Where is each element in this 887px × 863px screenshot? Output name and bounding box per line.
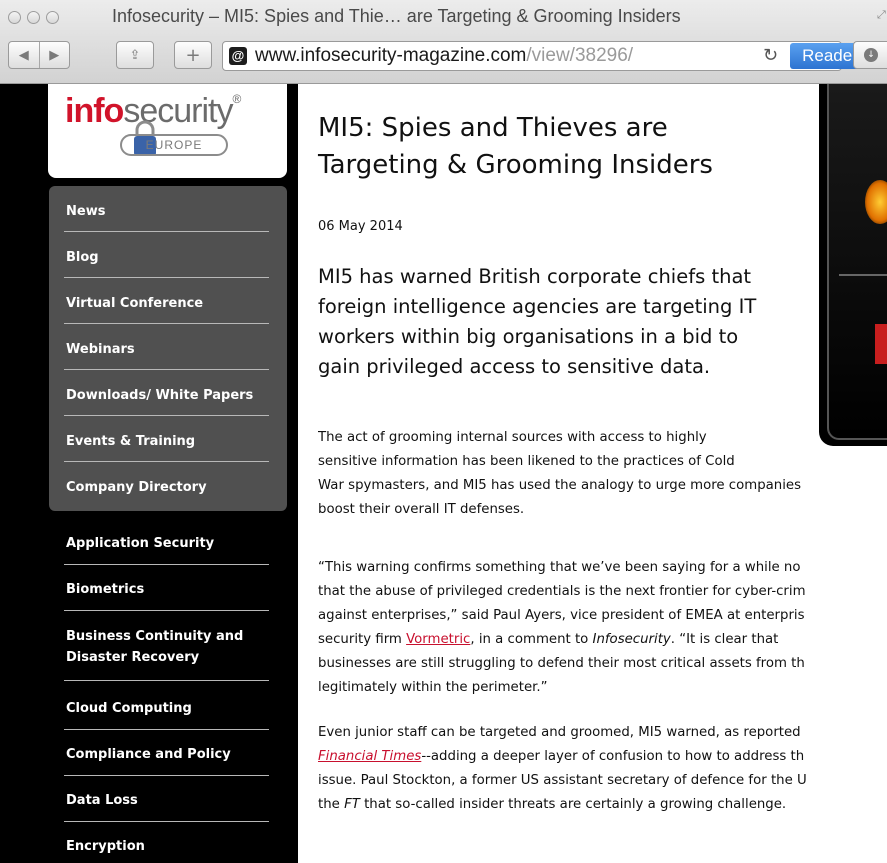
download-icon: ↓ <box>864 48 878 62</box>
site-logo[interactable]: infosecurity® EUROPE <box>48 84 287 178</box>
nav-item-news[interactable]: News <box>66 204 266 219</box>
vormetric-link[interactable]: Vormetric <box>406 632 470 647</box>
back-button[interactable]: ◀ <box>9 42 39 68</box>
window-title: Infosecurity – MI5: Spies and Thie… are … <box>112 6 681 26</box>
fullscreen-icon[interactable]: ⤢ <box>877 8 887 24</box>
share-button[interactable]: ⇪ <box>116 41 154 69</box>
share-icon: ⇪ <box>129 47 141 63</box>
article-paragraph-1: The act of grooming internal sources wit… <box>318 430 802 517</box>
address-bar[interactable]: @ www.infosecurity-magazine.com/view/382… <box>222 41 870 71</box>
nav-topic-cloud-computing[interactable]: Cloud Computing <box>66 701 266 716</box>
nav-item-webinars[interactable]: Webinars <box>66 342 266 357</box>
article-paragraph-3: Even junior staff can be targeted and gr… <box>318 725 807 812</box>
minimize-window-button[interactable] <box>27 11 40 24</box>
nav-item-events-training[interactable]: Events & Training <box>66 434 266 449</box>
forward-button[interactable]: ▶ <box>40 42 70 68</box>
back-arrow-icon: ◀ <box>18 47 29 63</box>
financial-times-link[interactable]: Financial Times <box>318 749 421 764</box>
article-paragraph-2: “This warning confirms something that we… <box>318 560 806 695</box>
reload-icon[interactable]: ↻ <box>763 45 778 66</box>
primary-nav: News Blog Virtual Conference Webinars Do… <box>49 186 287 511</box>
url-text[interactable]: www.infosecurity-magazine.com/view/38296… <box>255 45 633 67</box>
new-tab-button[interactable]: + <box>174 41 212 69</box>
browser-toolbar: Infosecurity – MI5: Spies and Thie… are … <box>0 0 887 84</box>
ad-banner[interactable] <box>819 84 887 446</box>
nav-topic-compliance-policy[interactable]: Compliance and Policy <box>66 747 266 762</box>
site-favicon-icon: @ <box>229 47 247 65</box>
forward-arrow-icon: ▶ <box>49 47 60 63</box>
downloads-button[interactable]: ↓ <box>853 41 887 69</box>
nav-item-company-directory[interactable]: Company Directory <box>66 480 266 495</box>
article-lede: MI5 has warned British corporate chiefs … <box>318 265 757 378</box>
nav-topic-application-security[interactable]: Application Security <box>66 536 266 551</box>
plus-icon: + <box>185 44 201 66</box>
nav-item-downloads[interactable]: Downloads/ White Papers <box>66 388 266 403</box>
nav-topic-disaster-recovery[interactable]: Disaster Recovery <box>66 650 266 665</box>
article-title: MI5: Spies and Thieves are Targeting & G… <box>318 113 713 180</box>
web-page: infosecurity® EUROPE News Blog Virtual C… <box>0 84 887 863</box>
history-nav: ◀ ▶ <box>8 41 70 69</box>
article-date: 06 May 2014 <box>318 219 403 234</box>
close-window-button[interactable] <box>8 11 21 24</box>
nav-topic-biometrics[interactable]: Biometrics <box>66 582 266 597</box>
logo-region-badge: EUROPE <box>120 134 228 156</box>
zoom-window-button[interactable] <box>46 11 59 24</box>
nav-item-virtual-conference[interactable]: Virtual Conference <box>66 296 266 311</box>
nav-topic-business-continuity[interactable]: Business Continuity and <box>66 629 266 644</box>
nav-item-blog[interactable]: Blog <box>66 250 266 265</box>
nav-topic-encryption[interactable]: Encryption <box>66 839 266 854</box>
nav-topic-data-loss[interactable]: Data Loss <box>66 793 266 808</box>
